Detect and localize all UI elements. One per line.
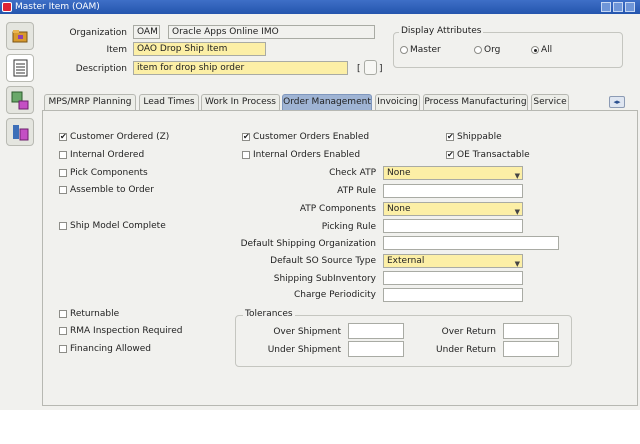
- tab-service[interactable]: Service: [531, 94, 569, 110]
- maximize-button[interactable]: [613, 2, 623, 12]
- radio-org-label: Org: [484, 45, 501, 55]
- pick-components-checkbox[interactable]: [59, 169, 67, 177]
- customer-ordered-checkbox[interactable]: ✔: [59, 133, 67, 141]
- organization-name-field[interactable]: Oracle Apps Online IMO: [168, 25, 375, 39]
- check-atp-value: None: [387, 168, 411, 178]
- display-attributes-title: Display Attributes: [399, 26, 484, 36]
- over-return-label: Over Return: [441, 327, 496, 337]
- over-return-field[interactable]: [503, 323, 559, 339]
- tab-work-in-process[interactable]: Work In Process: [201, 94, 280, 110]
- default-so-source-type-value: External: [387, 256, 425, 266]
- atp-components-select[interactable]: None ▼: [383, 202, 523, 216]
- default-shipping-org-field[interactable]: [383, 236, 559, 250]
- default-so-source-type-select[interactable]: External ▼: [383, 254, 523, 268]
- organization-label: Organization: [69, 28, 127, 38]
- list-icon: [13, 59, 28, 77]
- side-tab-list[interactable]: [6, 54, 34, 82]
- descriptive-flexfield[interactable]: [364, 60, 377, 75]
- charge-periodicity-field[interactable]: [383, 288, 523, 302]
- assemble-to-order-label: Assemble to Order: [70, 185, 154, 195]
- pick-components-label: Pick Components: [70, 168, 148, 178]
- charge-periodicity-label: Charge Periodicity: [293, 290, 376, 300]
- radio-master[interactable]: [400, 46, 408, 54]
- financing-allowed-checkbox[interactable]: [59, 345, 67, 353]
- assemble-to-order-checkbox[interactable]: [59, 186, 67, 194]
- rma-inspection-required-label: RMA Inspection Required: [70, 326, 183, 336]
- minimize-button[interactable]: [601, 2, 611, 12]
- tab-invoicing[interactable]: Invoicing: [375, 94, 420, 110]
- oe-transactable-checkbox[interactable]: ✔: [446, 151, 454, 159]
- tab-process-manufacturing[interactable]: Process Manufacturing: [423, 94, 528, 110]
- tolerances-title: Tolerances: [243, 309, 295, 319]
- internal-orders-enabled-checkbox[interactable]: [242, 151, 250, 159]
- atp-components-value: None: [387, 204, 411, 214]
- radio-all[interactable]: [531, 46, 539, 54]
- atp-rule-label: ATP Rule: [337, 186, 376, 196]
- check-atp-label: Check ATP: [329, 168, 376, 178]
- window-title-bar: Master Item (OAM): [0, 0, 640, 14]
- dff-bracket-close: ]: [379, 64, 383, 74]
- side-tab-attributes[interactable]: [6, 118, 34, 146]
- rma-inspection-required-checkbox[interactable]: [59, 327, 67, 335]
- chevron-down-icon: ▼: [514, 172, 520, 180]
- attributes-icon: [13, 125, 29, 141]
- close-button[interactable]: [625, 2, 635, 12]
- description-field[interactable]: item for drop ship order: [133, 61, 348, 75]
- shippable-checkbox[interactable]: ✔: [446, 133, 454, 141]
- side-tab-folder[interactable]: [6, 22, 34, 50]
- picking-rule-field[interactable]: [383, 219, 523, 233]
- tab-lead-times[interactable]: Lead Times: [139, 94, 199, 110]
- shipping-subinventory-label: Shipping SubInventory: [273, 274, 376, 284]
- item-cube-icon: [11, 91, 29, 110]
- atp-components-label: ATP Components: [299, 204, 376, 214]
- default-shipping-org-label: Default Shipping Organization: [240, 239, 376, 249]
- window-title: Master Item (OAM): [15, 2, 100, 12]
- tab-scroll-icon[interactable]: ◂▸: [609, 96, 625, 108]
- organization-code-field[interactable]: OAM: [133, 25, 160, 39]
- chevron-down-icon: ▼: [514, 208, 520, 216]
- shipping-subinventory-field[interactable]: [383, 271, 523, 285]
- oe-transactable-label: OE Transactable: [457, 150, 530, 160]
- under-return-field[interactable]: [503, 341, 559, 357]
- customer-orders-enabled-label: Customer Orders Enabled: [253, 132, 370, 142]
- returnable-label: Returnable: [70, 309, 120, 319]
- item-label: Item: [106, 45, 128, 55]
- internal-orders-enabled-label: Internal Orders Enabled: [253, 150, 361, 160]
- dff-bracket-open: [: [357, 64, 361, 74]
- financing-allowed-label: Financing Allowed: [70, 344, 151, 354]
- over-shipment-field[interactable]: [348, 323, 404, 339]
- item-field[interactable]: OAO Drop Ship Item: [133, 42, 266, 56]
- bottom-margin: [0, 410, 640, 444]
- tab-mps-mrp-planning[interactable]: MPS/MRP Planning: [44, 94, 136, 110]
- tab-order-management[interactable]: Order Management: [282, 94, 372, 110]
- radio-all-label: All: [541, 45, 553, 55]
- description-label: Description: [75, 64, 127, 74]
- picking-rule-label: Picking Rule: [321, 222, 376, 232]
- under-return-label: Under Return: [436, 345, 496, 355]
- under-shipment-field[interactable]: [348, 341, 404, 357]
- chevron-down-icon: ▼: [514, 260, 520, 268]
- check-atp-select[interactable]: None ▼: [383, 166, 523, 180]
- customer-orders-enabled-checkbox[interactable]: ✔: [242, 133, 250, 141]
- radio-org[interactable]: [474, 46, 482, 54]
- over-shipment-label: Over Shipment: [273, 327, 341, 337]
- ship-model-complete-label: Ship Model Complete: [70, 221, 166, 231]
- radio-master-label: Master: [410, 45, 441, 55]
- under-shipment-label: Under Shipment: [267, 345, 341, 355]
- customer-ordered-label: Customer Ordered (Z): [70, 132, 170, 142]
- returnable-checkbox[interactable]: [59, 310, 67, 318]
- internal-ordered-checkbox[interactable]: [59, 151, 67, 159]
- atp-rule-field[interactable]: [383, 184, 523, 198]
- side-tab-bar: [0, 14, 44, 410]
- default-so-source-type-label: Default SO Source Type: [270, 256, 376, 266]
- internal-ordered-label: Internal Ordered: [70, 150, 145, 160]
- ship-model-complete-checkbox[interactable]: [59, 222, 67, 230]
- side-tab-item[interactable]: [6, 86, 34, 114]
- folder-icon: [12, 30, 28, 43]
- oracle-window-icon: [2, 2, 12, 12]
- shippable-label: Shippable: [457, 132, 502, 142]
